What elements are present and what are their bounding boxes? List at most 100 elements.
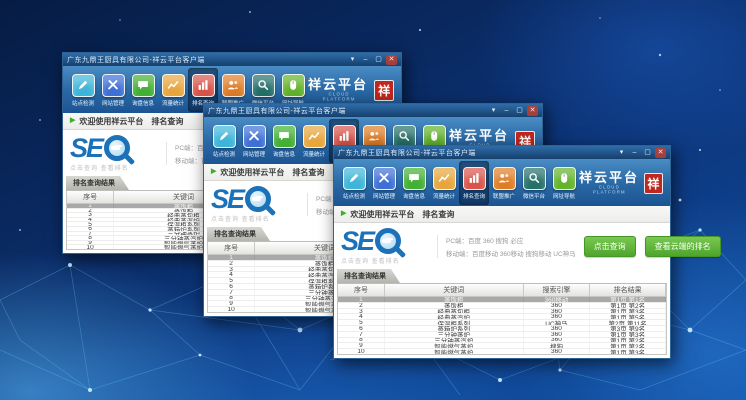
minimize-button[interactable]: –: [629, 148, 640, 158]
toolbar-item-label: 联盟推广: [493, 191, 515, 199]
seo-letters: SE: [211, 186, 243, 212]
table-cell: 第1页 第1名: [590, 297, 666, 302]
bar-chart-icon: [192, 74, 215, 97]
line-chart-icon: [303, 125, 326, 148]
column-header[interactable]: 序号: [208, 242, 255, 254]
toolbar-item-label: 微信平台: [523, 191, 545, 199]
table-cell: 蒸饭柜: [385, 297, 524, 302]
window-title: 广东九鼎王厨具有限公司-祥云平台客户端: [338, 148, 614, 158]
seo-logo-text: SE: [70, 135, 158, 161]
table-cell: 三分钟蒸炉: [385, 332, 524, 337]
table-header-row: 序号关键词搜索引擎排名结果: [338, 284, 666, 297]
toolbar-item-pencil[interactable]: 站点检测: [68, 68, 98, 112]
tab-ranking-results[interactable]: 排名查询结果: [337, 269, 400, 283]
users-icon: [222, 74, 245, 97]
close-button[interactable]: ✕: [386, 55, 397, 65]
table-cell: 经典蒸汽炉: [385, 314, 524, 319]
breadcrumb-arrow-icon: ▶: [341, 210, 346, 218]
table-cell: 第1页 第5名: [590, 314, 666, 319]
toolbar-item-label: 网站管理: [102, 98, 124, 106]
table-cell: 2: [338, 303, 385, 308]
toolbar-item-label: 排名查询: [463, 191, 485, 199]
table-cell: 第1页 第3名: [590, 349, 666, 354]
skin-menu-button[interactable]: ▾: [347, 55, 358, 65]
table-cell: 9: [338, 343, 385, 348]
toolbar-items: 站点检测网站管理询盘信息流量统计排名查询联盟推广微信平台网址导航: [339, 161, 579, 205]
table-cell: 8: [67, 236, 114, 240]
app-window-front[interactable]: 广东九鼎王厨具有限公司-祥云平台客户端 ▾ – ▢ ✕ 站点检测网站管理询盘信息…: [333, 145, 671, 359]
view-cloud-ranking-button[interactable]: 查看云端的排名: [645, 236, 721, 257]
tab-ranking-results[interactable]: 排名查询结果: [207, 227, 270, 241]
engine-list: PC端：百度 360 搜狗 必应 移动端：百度移动 360移动 搜狗移动 UC神…: [437, 235, 576, 258]
toolbar-item-pencil[interactable]: 站点检测: [339, 161, 369, 205]
query-button[interactable]: 点击查询: [584, 236, 636, 257]
table-cell: 10: [208, 307, 255, 312]
window-titlebar[interactable]: 广东九鼎王厨具有限公司-祥云平台客户端 ▾ – ▢ ✕: [63, 53, 401, 66]
table-cell: 6: [338, 326, 385, 331]
table-cell: 360: [524, 338, 591, 343]
table-cell: 5: [67, 222, 114, 226]
brand-badge-icon: 祥: [644, 173, 663, 194]
column-header[interactable]: 搜索引擎: [524, 284, 591, 296]
maximize-button[interactable]: ▢: [373, 55, 384, 65]
minimize-button[interactable]: –: [501, 106, 512, 116]
toolbar-item-line-chart[interactable]: 流量统计: [429, 161, 459, 205]
column-header[interactable]: 序号: [67, 191, 114, 203]
content-area: SE 点击查询 查看排名 PC端：百度 360 搜狗 必应 移动端：百度移动 3…: [334, 223, 670, 358]
pencil-icon: [72, 74, 95, 97]
toolbar-item-bar-chart[interactable]: 排名查询: [459, 161, 489, 205]
toolbar-item-magnifier[interactable]: 微信平台: [519, 161, 549, 205]
table-cell: 5: [208, 278, 255, 283]
seo-logo-caption: 点击查询 查看排名: [211, 214, 299, 223]
column-header[interactable]: 序号: [338, 284, 385, 296]
toolbar-item-message[interactable]: 询盘信息: [399, 161, 429, 205]
column-header[interactable]: 关键词: [385, 284, 524, 296]
brand-subtitle: CLOUD PLATFORM: [313, 91, 366, 101]
window-titlebar[interactable]: 广东九鼎王厨具有限公司-祥云平台客户端 ▾ – ▢ ✕: [204, 104, 542, 117]
close-button[interactable]: ✕: [527, 106, 538, 116]
toolbar-item-pencil[interactable]: 站点检测: [209, 119, 239, 163]
table-cell: 360: [524, 349, 591, 354]
tab-ranking-results[interactable]: 排名查询结果: [66, 176, 129, 190]
brand-logo: 祥云平台 CLOUD PLATFORM 祥: [579, 161, 665, 205]
mouse-icon: [553, 167, 576, 190]
toolbar-item-tools[interactable]: 网站管理: [239, 119, 269, 163]
mouse-icon: [282, 74, 305, 97]
skin-menu-button[interactable]: ▾: [616, 148, 627, 158]
maximize-button[interactable]: ▢: [642, 148, 653, 158]
close-button[interactable]: ✕: [655, 148, 666, 158]
table-cell: 第2页 第11名: [590, 320, 666, 325]
brand-name: 祥云平台: [449, 129, 511, 142]
toolbar-item-line-chart[interactable]: 流量统计: [158, 68, 188, 112]
tools-icon: [243, 125, 266, 148]
magnifier-logo-icon: [375, 228, 401, 254]
table-cell: 4: [67, 218, 114, 222]
brand-name: 祥云平台: [308, 78, 370, 91]
toolbar-item-message[interactable]: 询盘信息: [269, 119, 299, 163]
table-cell: UC神马: [524, 320, 591, 325]
skin-menu-button[interactable]: ▾: [488, 106, 499, 116]
toolbar-item-label: 站点检测: [343, 191, 365, 199]
table-row[interactable]: 10智能燃气蒸炉360第1页 第3名: [338, 349, 666, 354]
table-cell: 2: [67, 209, 114, 213]
column-header[interactable]: 排名结果: [590, 284, 666, 296]
table-cell: 360: [524, 303, 591, 308]
toolbar-item-tools[interactable]: 网站管理: [98, 68, 128, 112]
minimize-button[interactable]: –: [360, 55, 371, 65]
seo-logo: SE 点击查询 查看排名: [211, 186, 299, 223]
maximize-button[interactable]: ▢: [514, 106, 525, 116]
seo-logo-caption: 点击查询 查看排名: [70, 163, 158, 172]
toolbar-item-label: 流量统计: [162, 98, 184, 106]
pencil-icon: [213, 125, 236, 148]
table-cell: 第1页 第2名: [590, 303, 666, 308]
toolbar-item-users[interactable]: 联盟推广: [489, 161, 519, 205]
toolbar-item-label: 流量统计: [433, 191, 455, 199]
toolbar-item-mouse[interactable]: 网址导航: [549, 161, 579, 205]
toolbar-item-line-chart[interactable]: 流量统计: [299, 119, 329, 163]
breadcrumb: ▶ 欢迎使用祥云平台 排名查询: [334, 206, 670, 223]
breadcrumb-arrow-icon: ▶: [211, 168, 216, 176]
toolbar-item-tools[interactable]: 网站管理: [369, 161, 399, 205]
toolbar-item-message[interactable]: 询盘信息: [128, 68, 158, 112]
window-titlebar[interactable]: 广东九鼎王厨具有限公司-祥云平台客户端 ▾ – ▢ ✕: [334, 146, 670, 159]
table-cell: 4: [338, 314, 385, 319]
